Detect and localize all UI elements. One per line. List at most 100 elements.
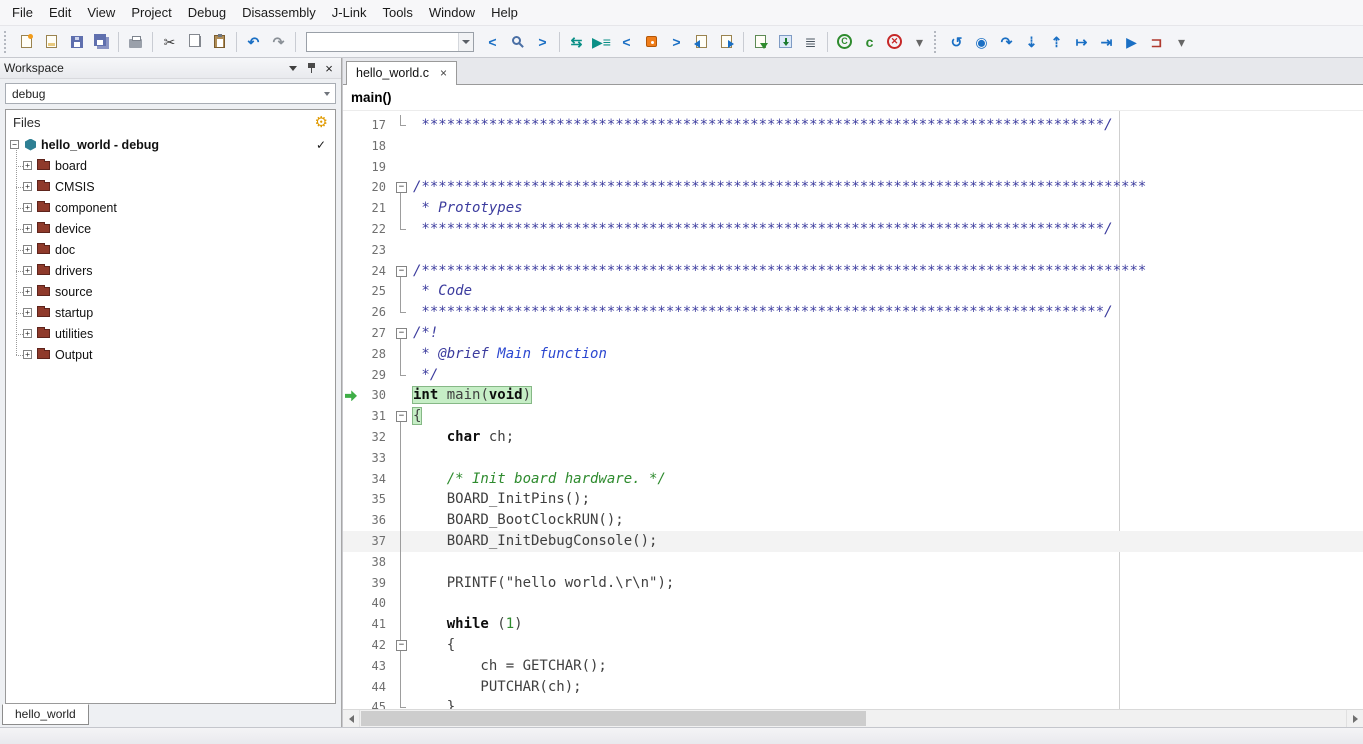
code-text[interactable]: { bbox=[409, 635, 455, 656]
open-document-button[interactable] bbox=[39, 30, 64, 54]
breakpoint-gutter[interactable] bbox=[343, 136, 359, 157]
function-selector-bar[interactable]: main() bbox=[343, 85, 1363, 111]
expand-icon[interactable]: + bbox=[23, 350, 32, 359]
code-text[interactable] bbox=[409, 593, 413, 614]
code-line-18[interactable]: 18 bbox=[343, 136, 1363, 157]
breakpoint-gutter[interactable] bbox=[343, 614, 359, 635]
breakpoint-gutter[interactable] bbox=[343, 302, 359, 323]
undo-button[interactable]: ↶ bbox=[241, 30, 266, 54]
breakpoint-gutter[interactable] bbox=[343, 656, 359, 677]
breakpoint-gutter[interactable] bbox=[343, 385, 359, 406]
stop-build-button[interactable]: ✕ bbox=[882, 30, 907, 54]
menu-edit[interactable]: Edit bbox=[41, 1, 79, 24]
breakpoint-gutter[interactable] bbox=[343, 448, 359, 469]
code-line-31[interactable]: 31{ bbox=[343, 406, 1363, 427]
code-text[interactable]: BOARD_BootClockRUN(); bbox=[409, 510, 624, 531]
code-line-45[interactable]: 45 } bbox=[343, 697, 1363, 709]
breakpoint-gutter[interactable] bbox=[343, 240, 359, 261]
code-text[interactable]: * Code bbox=[409, 281, 472, 302]
code-line-42[interactable]: 42 { bbox=[343, 635, 1363, 656]
scroll-left-button[interactable] bbox=[343, 710, 360, 727]
workspace-pin-button[interactable] bbox=[303, 61, 319, 76]
scrollbar-thumb[interactable] bbox=[361, 711, 866, 726]
menu-help[interactable]: Help bbox=[483, 1, 526, 24]
next-statement-button[interactable]: ↦ bbox=[1069, 30, 1094, 54]
tree-item-output[interactable]: +Output bbox=[6, 344, 335, 365]
breakpoint-gutter[interactable] bbox=[343, 219, 359, 240]
breakpoint-gutter[interactable] bbox=[343, 469, 359, 490]
menu-file[interactable]: File bbox=[4, 1, 41, 24]
expand-icon[interactable]: + bbox=[23, 182, 32, 191]
find-previous-button[interactable]: < bbox=[480, 30, 505, 54]
tree-item-board[interactable]: +board bbox=[6, 155, 335, 176]
code-text[interactable]: /* Init board hardware. */ bbox=[409, 469, 666, 490]
code-text[interactable]: char ch; bbox=[409, 427, 514, 448]
code-text[interactable] bbox=[409, 552, 413, 573]
step-out-button[interactable]: ⇡ bbox=[1044, 30, 1069, 54]
breakpoint-gutter[interactable] bbox=[343, 593, 359, 614]
breakpoint-gutter[interactable] bbox=[343, 198, 359, 219]
breakpoint-gutter[interactable] bbox=[343, 677, 359, 698]
code-text[interactable]: { bbox=[409, 406, 421, 427]
debug-menu-dropdown[interactable]: ▾ bbox=[1169, 30, 1194, 54]
code-text[interactable]: int main(void) bbox=[409, 385, 531, 406]
expand-icon[interactable]: + bbox=[23, 266, 32, 275]
menu-window[interactable]: Window bbox=[421, 1, 483, 24]
code-line-22[interactable]: 22 *************************************… bbox=[343, 219, 1363, 240]
code-line-20[interactable]: 20/*************************************… bbox=[343, 177, 1363, 198]
code-line-29[interactable]: 29 */ bbox=[343, 365, 1363, 386]
code-text[interactable]: ****************************************… bbox=[409, 302, 1113, 323]
step-into-button[interactable]: ⇣ bbox=[1019, 30, 1044, 54]
save-all-button[interactable] bbox=[89, 30, 114, 54]
previous-bookmark-button[interactable]: < bbox=[614, 30, 639, 54]
menu-project[interactable]: Project bbox=[123, 1, 179, 24]
breakpoint-gutter[interactable] bbox=[343, 344, 359, 365]
menu-debug[interactable]: Debug bbox=[180, 1, 234, 24]
breakpoint-gutter[interactable] bbox=[343, 157, 359, 178]
build-menu-dropdown[interactable]: ▾ bbox=[907, 30, 932, 54]
code-text[interactable]: ****************************************… bbox=[409, 219, 1113, 240]
code-text[interactable]: PUTCHAR(ch); bbox=[409, 677, 582, 698]
expand-icon[interactable]: + bbox=[23, 224, 32, 233]
code-line-34[interactable]: 34 /* Init board hardware. */ bbox=[343, 469, 1363, 490]
menu-j-link[interactable]: J-Link bbox=[324, 1, 375, 24]
find-button[interactable] bbox=[505, 30, 530, 54]
tree-item-cmsis[interactable]: +CMSIS bbox=[6, 176, 335, 197]
redo-button[interactable]: ↷ bbox=[266, 30, 291, 54]
print-button[interactable] bbox=[123, 30, 148, 54]
code-text[interactable]: * Prototypes bbox=[409, 198, 523, 219]
search-combo[interactable] bbox=[306, 32, 474, 52]
breakpoint-gutter[interactable] bbox=[343, 323, 359, 344]
menu-disassembly[interactable]: Disassembly bbox=[234, 1, 324, 24]
close-tab-icon[interactable]: × bbox=[440, 67, 447, 79]
workspace-tab-hello-world[interactable]: hello_world bbox=[2, 704, 89, 725]
code-text[interactable]: BOARD_InitPins(); bbox=[409, 489, 590, 510]
code-text[interactable] bbox=[409, 240, 413, 261]
breakpoint-gutter[interactable] bbox=[343, 510, 359, 531]
breakpoint-gutter[interactable] bbox=[343, 573, 359, 594]
paste-button[interactable] bbox=[207, 30, 232, 54]
fold-toggle-icon[interactable] bbox=[393, 261, 409, 282]
collapse-icon[interactable]: − bbox=[10, 140, 19, 149]
breakpoint-gutter[interactable] bbox=[343, 281, 359, 302]
code-line-32[interactable]: 32 char ch; bbox=[343, 427, 1363, 448]
code-line-38[interactable]: 38 bbox=[343, 552, 1363, 573]
run-to-cursor-button[interactable]: ⇥ bbox=[1094, 30, 1119, 54]
code-text[interactable]: /***************************************… bbox=[409, 177, 1146, 198]
tree-item-hello-world-debug[interactable]: − hello_world - debug ✓ bbox=[6, 134, 335, 155]
code-text[interactable]: BOARD_InitDebugConsole(); bbox=[409, 531, 657, 552]
expand-icon[interactable]: + bbox=[23, 161, 32, 170]
stop-debugging-button[interactable]: ⊐ bbox=[1144, 30, 1169, 54]
save-button[interactable] bbox=[64, 30, 89, 54]
copy-button[interactable] bbox=[182, 30, 207, 54]
new-document-button[interactable] bbox=[14, 30, 39, 54]
tree-item-component[interactable]: +component bbox=[6, 197, 335, 218]
fold-toggle-icon[interactable] bbox=[393, 177, 409, 198]
navigate-backward-button[interactable] bbox=[689, 30, 714, 54]
expand-icon[interactable]: + bbox=[23, 308, 32, 317]
breakpoint-gutter[interactable] bbox=[343, 177, 359, 198]
code-line-27[interactable]: 27/*! bbox=[343, 323, 1363, 344]
find-next-button[interactable]: > bbox=[530, 30, 555, 54]
code-text[interactable] bbox=[409, 448, 413, 469]
code-text[interactable]: /***************************************… bbox=[409, 261, 1146, 282]
